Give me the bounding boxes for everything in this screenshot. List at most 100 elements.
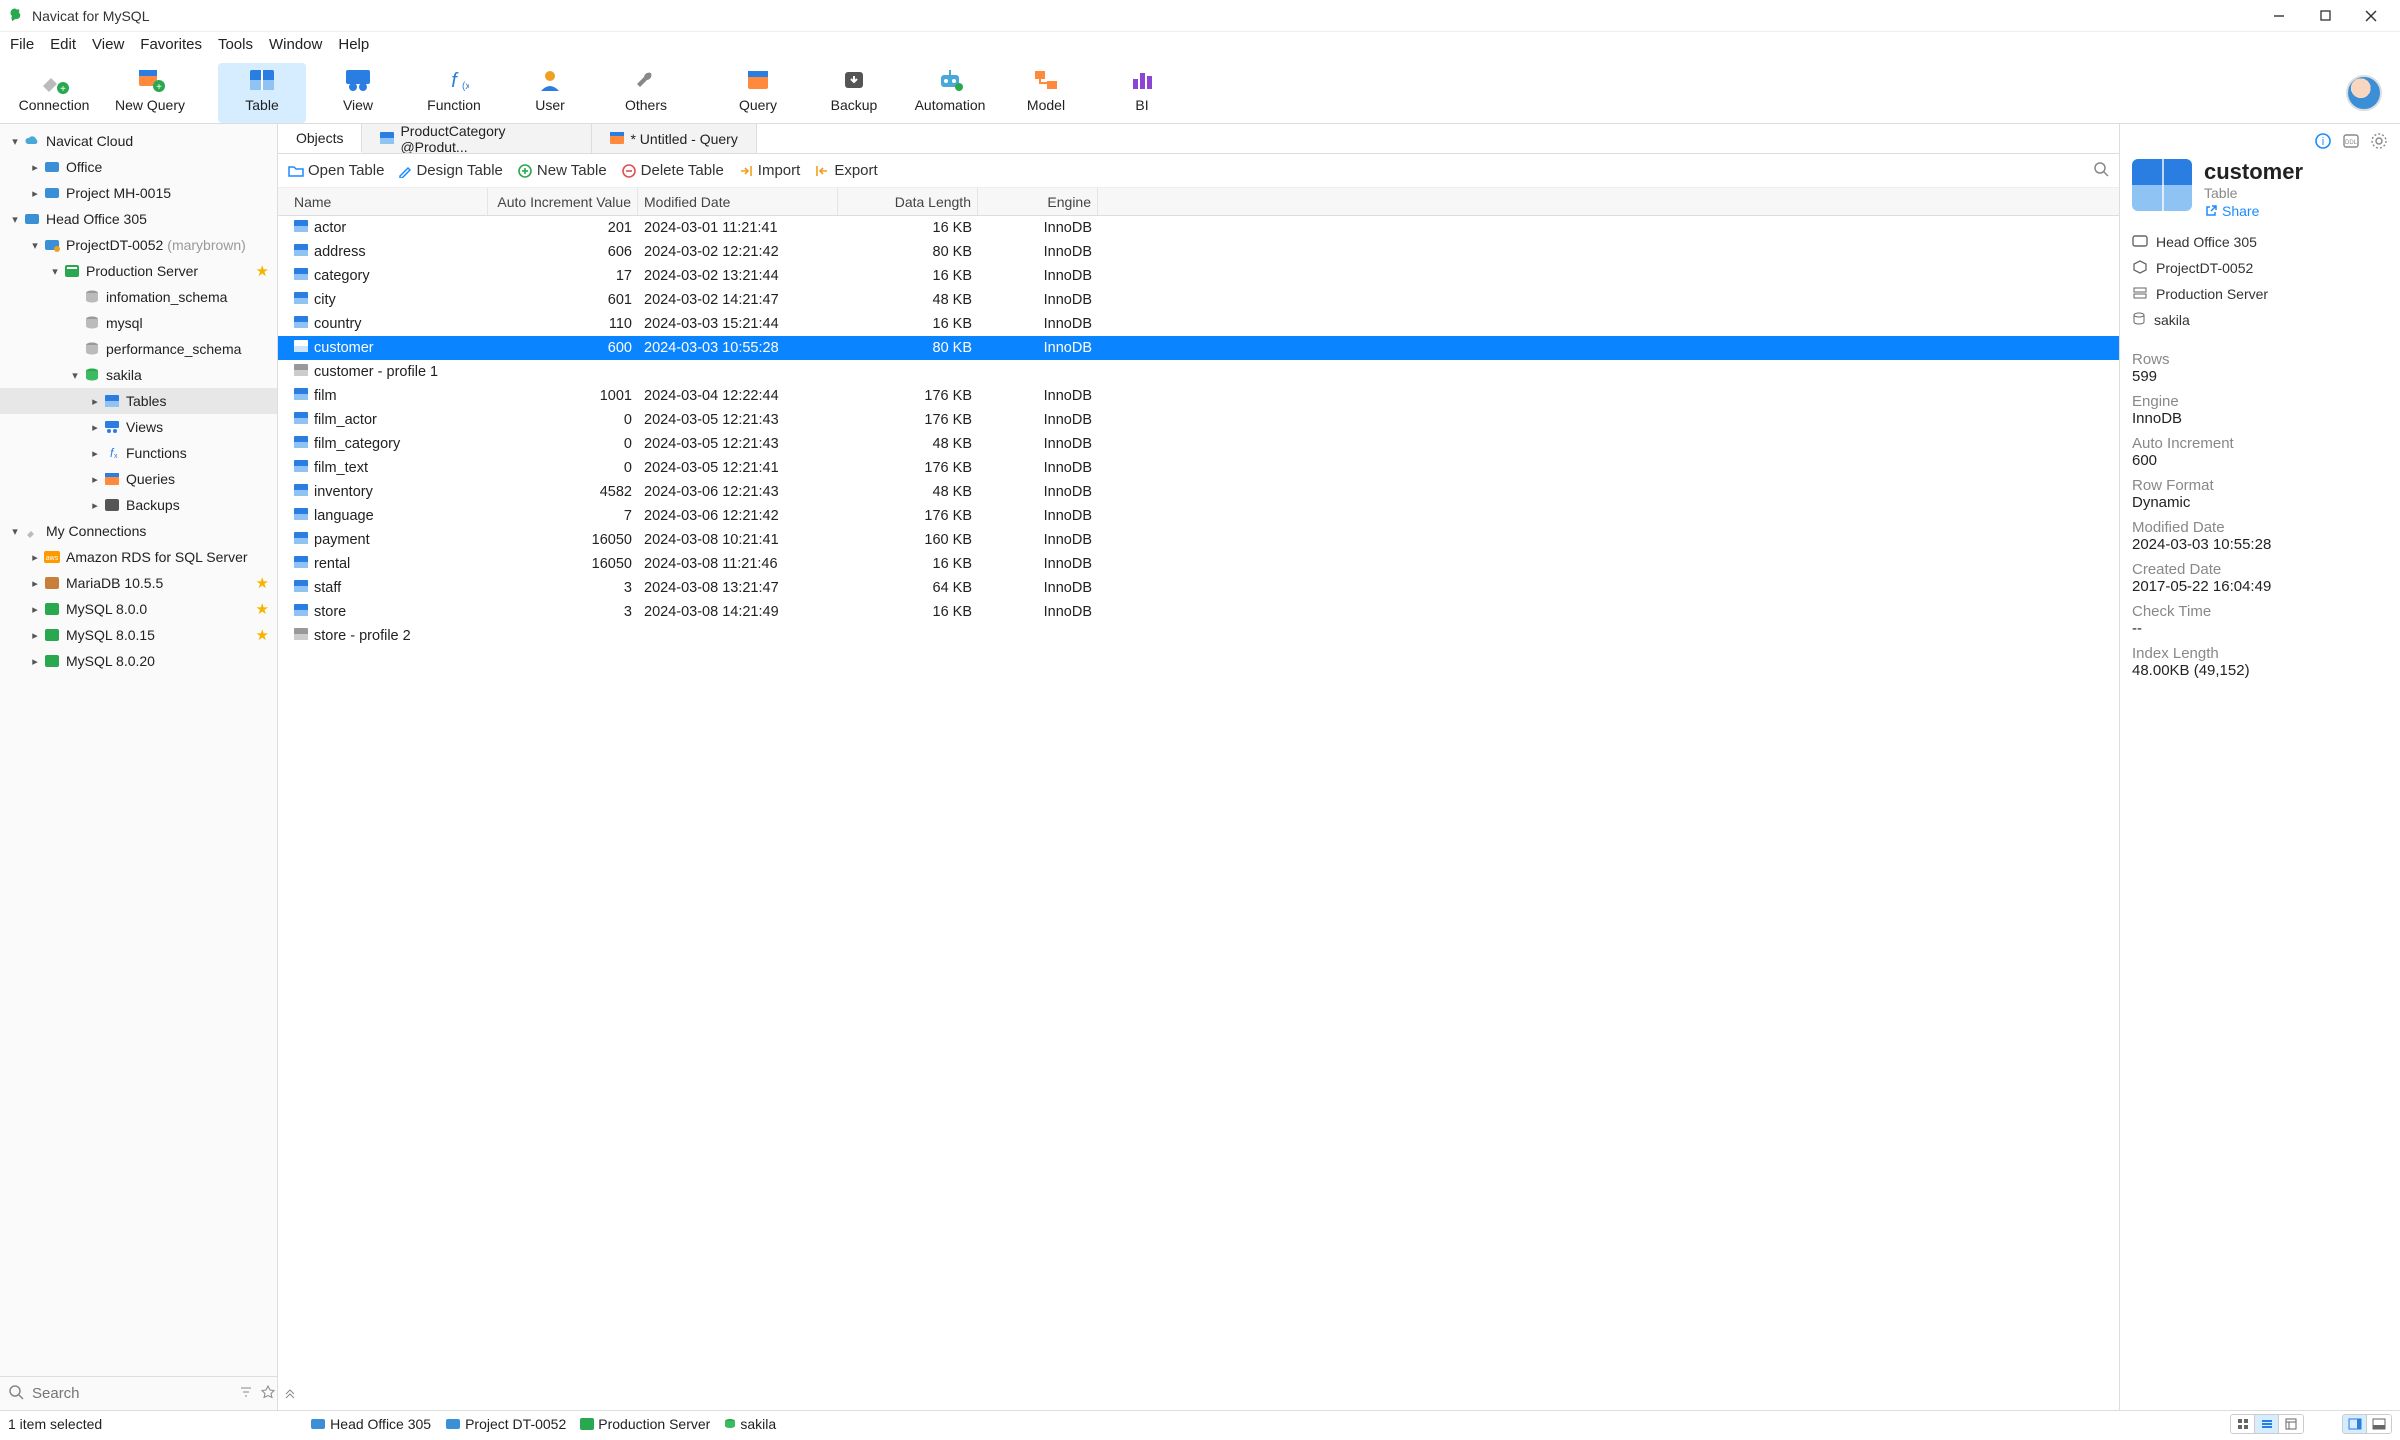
menu-window[interactable]: Window [269, 36, 322, 53]
table-row[interactable]: film_actor02024-03-05 12:21:43176 KBInno… [278, 408, 2119, 432]
node-functions[interactable]: ▸fxFunctions [0, 440, 277, 466]
menu-edit[interactable]: Edit [50, 36, 76, 53]
col-auto-increment[interactable]: Auto Increment Value [488, 188, 638, 215]
share-button[interactable]: Share [2204, 203, 2303, 219]
search-input[interactable] [32, 1385, 231, 1402]
node-performance-schema[interactable]: performance_schema [0, 336, 277, 362]
col-data-length[interactable]: Data Length [838, 188, 978, 215]
table-row[interactable]: staff32024-03-08 13:21:4764 KBInnoDB [278, 576, 2119, 600]
col-name[interactable]: Name [288, 188, 488, 215]
table-row[interactable]: film_text02024-03-05 12:21:41176 KBInnoD… [278, 456, 2119, 480]
node-head-office[interactable]: ▾Head Office 305 [0, 206, 277, 232]
menu-tools[interactable]: Tools [218, 36, 253, 53]
star-icon[interactable]: ★ [256, 626, 269, 644]
status-server[interactable]: Production Server [580, 1416, 710, 1432]
table-row[interactable]: film_category02024-03-05 12:21:4348 KBIn… [278, 432, 2119, 456]
new-table-button[interactable]: New Table [517, 162, 607, 179]
automation-button[interactable]: Automation [906, 63, 994, 123]
user-avatar[interactable] [2346, 75, 2382, 111]
node-views[interactable]: ▸Views [0, 414, 277, 440]
node-office[interactable]: ▸Office [0, 154, 277, 180]
model-button[interactable]: Model [1002, 63, 1090, 123]
table-row[interactable]: store32024-03-08 14:21:4916 KBInnoDB [278, 600, 2119, 624]
table-row[interactable]: store - profile 2 [278, 624, 2119, 648]
gear-icon[interactable] [2370, 132, 2388, 153]
node-queries[interactable]: ▸Queries [0, 466, 277, 492]
node-mysql-8020[interactable]: ▸MySQL 8.0.20 [0, 648, 277, 674]
table-row[interactable]: category172024-03-02 13:21:4416 KBInnoDB [278, 264, 2119, 288]
delete-table-button[interactable]: Delete Table [621, 162, 724, 179]
col-engine[interactable]: Engine [978, 188, 1098, 215]
open-table-button[interactable]: Open Table [288, 162, 384, 179]
node-mariadb[interactable]: ▸MariaDB 10.5.5★ [0, 570, 277, 596]
col-modified[interactable]: Modified Date [638, 188, 838, 215]
table-row[interactable]: actor2012024-03-01 11:21:4116 KBInnoDB [278, 216, 2119, 240]
star-icon[interactable]: ★ [256, 574, 269, 592]
backup-button[interactable]: Backup [810, 63, 898, 123]
chain-head-office[interactable]: Head Office 305 [2132, 229, 2388, 255]
menu-help[interactable]: Help [338, 36, 369, 53]
export-button[interactable]: Export [814, 162, 877, 179]
search-icon[interactable] [2093, 161, 2109, 180]
import-button[interactable]: Import [738, 162, 801, 179]
new-query-button[interactable]: + New Query [106, 63, 194, 123]
grid-view-button[interactable] [2231, 1415, 2255, 1433]
chain-project[interactable]: ProjectDT-0052 [2132, 255, 2388, 281]
menu-view[interactable]: View [92, 36, 124, 53]
connection-button[interactable]: + Connection [10, 63, 98, 123]
function-button[interactable]: f(x) Function [410, 63, 498, 123]
table-row[interactable]: customer6002024-03-03 10:55:2880 KBInnoD… [278, 336, 2119, 360]
node-production-server[interactable]: ▾Production Server★ [0, 258, 277, 284]
table-row[interactable]: customer - profile 1 [278, 360, 2119, 384]
table-button[interactable]: Table [218, 63, 306, 123]
node-information-schema[interactable]: infomation_schema [0, 284, 277, 310]
list-view-button[interactable] [2255, 1415, 2279, 1433]
tab-objects[interactable]: Objects [278, 124, 362, 153]
node-backups[interactable]: ▸Backups [0, 492, 277, 518]
user-button[interactable]: User [506, 63, 594, 123]
tab-untitled-query[interactable]: * Untitled - Query [592, 124, 756, 153]
minimize-button[interactable] [2256, 1, 2302, 31]
node-sakila[interactable]: ▾sakila [0, 362, 277, 388]
maximize-button[interactable] [2302, 1, 2348, 31]
view-button[interactable]: View [314, 63, 402, 123]
table-row[interactable]: language72024-03-06 12:21:42176 KBInnoDB [278, 504, 2119, 528]
table-row[interactable]: rental160502024-03-08 11:21:4616 KBInnoD… [278, 552, 2119, 576]
table-row[interactable]: film10012024-03-04 12:22:44176 KBInnoDB [278, 384, 2119, 408]
star-icon[interactable]: ★ [256, 262, 269, 280]
table-row[interactable]: inventory45822024-03-06 12:21:4348 KBInn… [278, 480, 2119, 504]
star-icon[interactable]: ★ [256, 600, 269, 618]
query-button[interactable]: Query [714, 63, 802, 123]
node-mysql-8015[interactable]: ▸MySQL 8.0.15★ [0, 622, 277, 648]
tab-product-category[interactable]: ProductCategory @Produt... [362, 124, 592, 153]
bi-button[interactable]: BI [1098, 63, 1186, 123]
table-row[interactable]: payment160502024-03-08 10:21:41160 KBInn… [278, 528, 2119, 552]
menu-file[interactable]: File [10, 36, 34, 53]
detail-view-button[interactable] [2279, 1415, 2303, 1433]
design-table-button[interactable]: Design Table [398, 162, 502, 179]
table-row[interactable]: country1102024-03-03 15:21:4416 KBInnoDB [278, 312, 2119, 336]
node-tables[interactable]: ▸Tables [0, 388, 277, 414]
node-project-mh[interactable]: ▸Project MH-0015 [0, 180, 277, 206]
close-button[interactable] [2348, 1, 2394, 31]
menu-favorites[interactable]: Favorites [140, 36, 202, 53]
table-row[interactable]: city6012024-03-02 14:21:4748 KBInnoDB [278, 288, 2119, 312]
status-head-office[interactable]: Head Office 305 [310, 1416, 431, 1432]
table-row[interactable]: address6062024-03-02 12:21:4280 KBInnoDB [278, 240, 2119, 264]
node-amazon-rds[interactable]: ▸awsAmazon RDS for SQL Server [0, 544, 277, 570]
node-mysql[interactable]: mysql [0, 310, 277, 336]
bottom-panel-button[interactable] [2367, 1415, 2391, 1433]
node-mysql-800[interactable]: ▸MySQL 8.0.0★ [0, 596, 277, 622]
status-database[interactable]: sakila [724, 1416, 776, 1432]
chain-server[interactable]: Production Server [2132, 281, 2388, 307]
filter-icon[interactable] [239, 1385, 253, 1402]
chain-database[interactable]: sakila [2132, 307, 2388, 333]
node-my-connections[interactable]: ▾My Connections [0, 518, 277, 544]
right-panel-button[interactable] [2343, 1415, 2367, 1433]
ddl-icon[interactable]: DDL [2342, 132, 2360, 153]
status-project[interactable]: Project DT-0052 [445, 1416, 566, 1432]
info-icon[interactable]: i [2314, 132, 2332, 153]
node-navicat-cloud[interactable]: ▾Navicat Cloud [0, 128, 277, 154]
node-project-dt[interactable]: ▾ProjectDT-0052(marybrown) [0, 232, 277, 258]
star-outline-icon[interactable] [261, 1385, 275, 1402]
